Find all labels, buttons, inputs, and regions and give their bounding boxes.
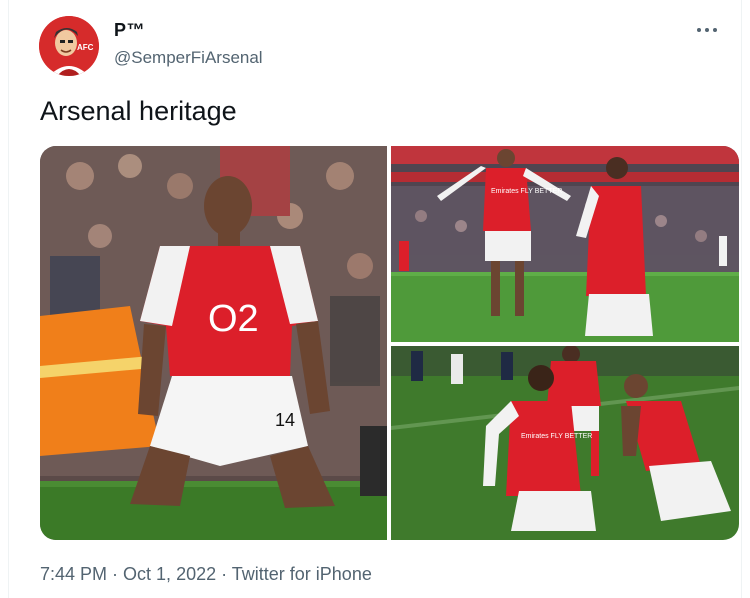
shirt-sponsor-text: Emirates FLY BETTER [521, 433, 592, 440]
media-grid: O2 14 Emirates FLY BETTER Emirates FLY B… [40, 146, 739, 540]
user-handle[interactable]: @SemperFiArsenal [114, 48, 263, 68]
tweet-date[interactable]: Oct 1, 2022 [123, 564, 216, 584]
tweet-time[interactable]: 7:44 PM [40, 564, 107, 584]
shirt-sponsor-text: Emirates FLY BETTER [491, 188, 562, 195]
display-name[interactable]: P™ [114, 20, 145, 41]
tweet-text: Arsenal heritage [40, 96, 237, 126]
photo-knee-slide-celebration[interactable]: Emirates FLY BETTER [391, 346, 739, 540]
tweet-source[interactable]: Twitter for iPhone [232, 564, 372, 584]
shirt-sponsor-text: O2 [208, 298, 259, 340]
avatar-image: AFC [39, 16, 99, 76]
avatar[interactable]: AFC [39, 16, 99, 76]
photo-dancing-celebration[interactable]: Emirates FLY BETTER [391, 146, 739, 342]
tweet-metadata: 7:44 PM · Oct 1, 2022 · Twitter for iPho… [40, 564, 372, 585]
separator: · [107, 564, 124, 584]
tweet-card: AFC P™ @SemperFiArsenal Arsenal heritage [8, 0, 742, 598]
separator: · [216, 564, 232, 584]
photo-kneeling-celebration[interactable]: O2 14 [40, 146, 387, 540]
more-options-icon[interactable] [695, 22, 719, 38]
avatar-badge-text: AFC [77, 43, 94, 52]
shirt-number: 14 [275, 410, 295, 430]
